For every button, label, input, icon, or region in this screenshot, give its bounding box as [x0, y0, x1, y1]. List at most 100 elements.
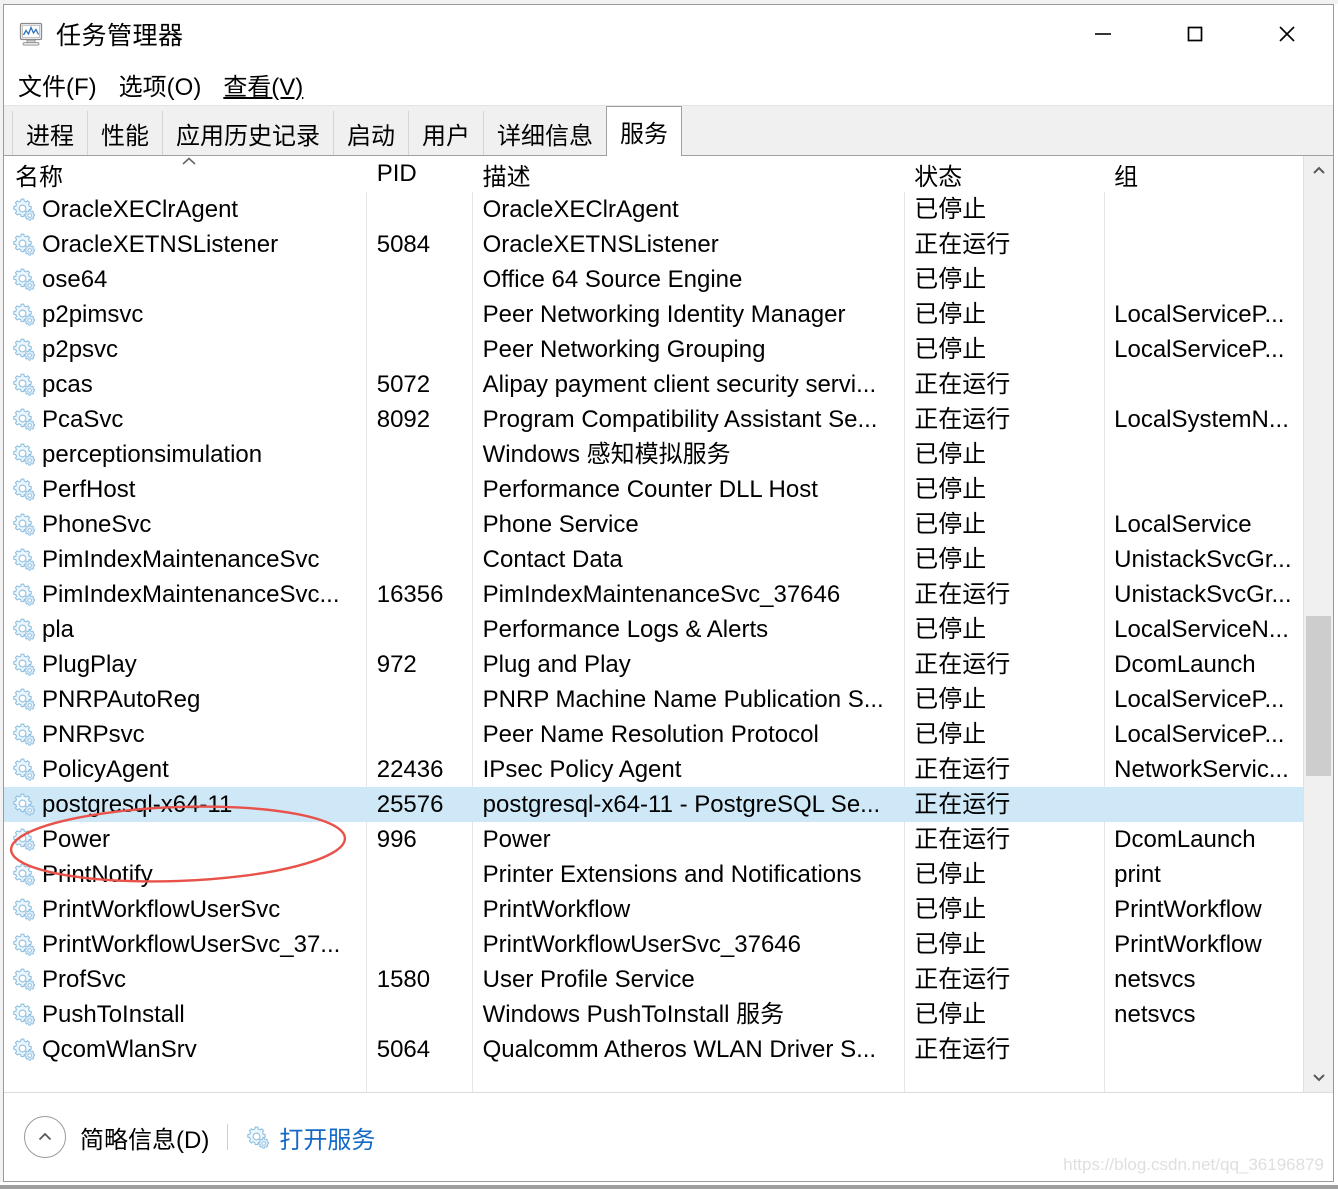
- cell-status: 已停止: [903, 717, 1103, 752]
- tab-item-0[interactable]: 进程: [12, 111, 88, 155]
- cell-text-description: User Profile Service: [483, 966, 695, 993]
- table-row[interactable]: PimIndexMaintenanceSvc...16356PimIndexMa…: [4, 577, 1303, 612]
- cell-text-status: 已停止: [914, 266, 986, 293]
- cell-text-description: Peer Networking Identity Manager: [483, 301, 846, 328]
- menu-item-file[interactable]: 文件(F): [18, 67, 97, 102]
- cell-pid: 5072: [366, 367, 472, 402]
- table-row[interactable]: PhoneSvcPhone Service已停止LocalService: [4, 507, 1303, 542]
- cell-status: 正在运行: [903, 822, 1103, 857]
- footer-divider: [227, 1124, 228, 1150]
- table-row[interactable]: PcaSvc8092Program Compatibility Assistan…: [4, 402, 1303, 437]
- cell-group: LocalServiceP...: [1103, 297, 1303, 332]
- tab-services-active[interactable]: 服务: [606, 106, 682, 156]
- cell-description: Performance Logs & Alerts: [472, 612, 904, 647]
- cell-description: PimIndexMaintenanceSvc_37646: [472, 577, 904, 612]
- cell-text-group: LocalServiceP...: [1114, 721, 1284, 748]
- table-row[interactable]: PrintWorkflowUserSvcPrintWorkflow已停止Prin…: [4, 892, 1303, 927]
- scrollbar-thumb[interactable]: [1306, 616, 1331, 776]
- table-row[interactable]: plaPerformance Logs & Alerts已停止LocalServ…: [4, 612, 1303, 647]
- cell-text-name: ProfSvc: [42, 962, 126, 997]
- cell-group: LocalServiceP...: [1103, 332, 1303, 367]
- cell-status: 已停止: [903, 857, 1103, 892]
- cell-description: Office 64 Source Engine: [472, 262, 904, 297]
- collapse-details-button[interactable]: [24, 1116, 66, 1158]
- table-row[interactable]: perceptionsimulationWindows 感知模拟服务已停止: [4, 437, 1303, 472]
- cell-text-description: IPsec Policy Agent: [483, 756, 682, 783]
- column-header-pid[interactable]: PID: [366, 160, 472, 188]
- sort-ascending-icon: [179, 157, 199, 170]
- table-row-selected[interactable]: postgresql-x64-1125576postgresql-x64-11 …: [4, 787, 1303, 822]
- table-row[interactable]: ose64 Office 64 Source Engine 已停止: [4, 262, 1303, 297]
- cell-text-group: print: [1114, 861, 1161, 888]
- table-row[interactable]: p2psvcPeer Networking Grouping已停止LocalSe…: [4, 332, 1303, 367]
- table-row[interactable]: PerfHostPerformance Counter DLL Host已停止: [4, 472, 1303, 507]
- cell-status: 正在运行: [903, 752, 1103, 787]
- cell-text-pid: 25576: [377, 791, 444, 818]
- service-gear-icon: [12, 722, 37, 747]
- table-row[interactable]: PlugPlay972Plug and Play正在运行DcomLaunch: [4, 647, 1303, 682]
- minimize-button[interactable]: [1057, 5, 1149, 63]
- column-header-description[interactable]: 描述: [472, 157, 904, 192]
- table-row[interactable]: Power996Power正在运行DcomLaunch: [4, 822, 1303, 857]
- cell-text-name: PNRPAutoReg: [42, 682, 200, 717]
- cell-group: LocalServiceP...: [1103, 682, 1303, 717]
- menu-item-options[interactable]: 选项(O): [119, 67, 202, 102]
- cell-name: OracleXEClrAgent: [4, 192, 366, 227]
- cell-name: PNRPsvc: [4, 717, 366, 752]
- table-row[interactable]: PimIndexMaintenanceSvcContact Data已停止Uni…: [4, 542, 1303, 577]
- tab-item-2[interactable]: 应用历史记录: [162, 111, 334, 155]
- tab-item-4[interactable]: 用户: [408, 111, 484, 155]
- table-row[interactable]: PushToInstallWindows PushToInstall 服务已停止…: [4, 997, 1303, 1032]
- vertical-scrollbar[interactable]: [1303, 156, 1333, 1092]
- open-services-link[interactable]: 打开服务: [246, 1120, 375, 1155]
- table-row[interactable]: PNRPsvcPeer Name Resolution Protocol已停止L…: [4, 717, 1303, 752]
- cell-text-description: PrintWorkflow: [483, 896, 631, 923]
- table-row[interactable]: PrintWorkflowUserSvc_37...PrintWorkflowU…: [4, 927, 1303, 962]
- column-header-status[interactable]: 状态: [903, 157, 1103, 192]
- menu-item-view[interactable]: 查看(V): [223, 67, 303, 102]
- column-header-row: 名称 PID描述状态组: [4, 156, 1303, 192]
- table-row[interactable]: ProfSvc1580User Profile Service正在运行netsv…: [4, 962, 1303, 997]
- tab-item-5[interactable]: 详细信息: [483, 111, 607, 155]
- cell-name: postgresql-x64-11: [4, 787, 366, 822]
- cell-description: Program Compatibility Assistant Se...: [472, 402, 904, 437]
- column-header-label: 名称: [15, 164, 63, 191]
- task-manager-icon: [19, 21, 45, 47]
- cell-pid: 5064: [366, 1032, 472, 1067]
- window-controls: [1057, 5, 1333, 63]
- chevron-up-icon: [36, 1128, 54, 1146]
- table-row[interactable]: OracleXEClrAgentOracleXEClrAgent已停止: [4, 192, 1303, 227]
- column-header-name[interactable]: 名称: [4, 157, 366, 192]
- cell-name: PNRPAutoReg: [4, 682, 366, 717]
- cell-text-name: PolicyAgent: [42, 752, 169, 787]
- cell-status: 正在运行: [903, 227, 1103, 262]
- cell-name: ose64: [4, 262, 366, 297]
- fewer-details-label[interactable]: 简略信息(D): [80, 1120, 209, 1155]
- cell-name: PerfHost: [4, 472, 366, 507]
- scroll-up-button[interactable]: [1304, 156, 1333, 186]
- scroll-down-button[interactable]: [1304, 1062, 1333, 1092]
- cell-description: PNRP Machine Name Publication S...: [472, 682, 904, 717]
- table-row[interactable]: OracleXETNSListener5084OracleXETNSListen…: [4, 227, 1303, 262]
- cell-text-pid: 16356: [377, 581, 444, 608]
- cell-text-group: PrintWorkflow: [1114, 931, 1262, 958]
- cell-description: Power: [472, 822, 904, 857]
- tab-item-3[interactable]: 启动: [333, 111, 409, 155]
- tab-item-1[interactable]: 性能: [87, 111, 163, 155]
- table-row[interactable]: PolicyAgent22436IPsec Policy Agent正在运行Ne…: [4, 752, 1303, 787]
- cell-description: PrintWorkflow: [472, 892, 904, 927]
- cell-text-group: LocalSystemN...: [1114, 406, 1289, 433]
- table-row[interactable]: QcomWlanSrv5064Qualcomm Atheros WLAN Dri…: [4, 1032, 1303, 1067]
- cell-text-name: Power: [42, 822, 110, 857]
- cell-pid: 25576: [366, 787, 472, 822]
- table-row[interactable]: pcas5072Alipay payment client security s…: [4, 367, 1303, 402]
- column-header-group[interactable]: 组: [1103, 157, 1303, 192]
- table-row[interactable]: PNRPAutoReg PNRP Machine Name Publication…: [4, 682, 1303, 717]
- maximize-button[interactable]: [1149, 5, 1241, 63]
- service-gear-icon: [12, 757, 37, 782]
- table-row[interactable]: p2pimsvcPeer Networking Identity Manager…: [4, 297, 1303, 332]
- close-button[interactable]: [1241, 5, 1333, 63]
- cell-pid: 22436: [366, 752, 472, 787]
- service-gear-icon: [12, 617, 37, 642]
- table-row[interactable]: PrintNotifyPrinter Extensions and Notifi…: [4, 857, 1303, 892]
